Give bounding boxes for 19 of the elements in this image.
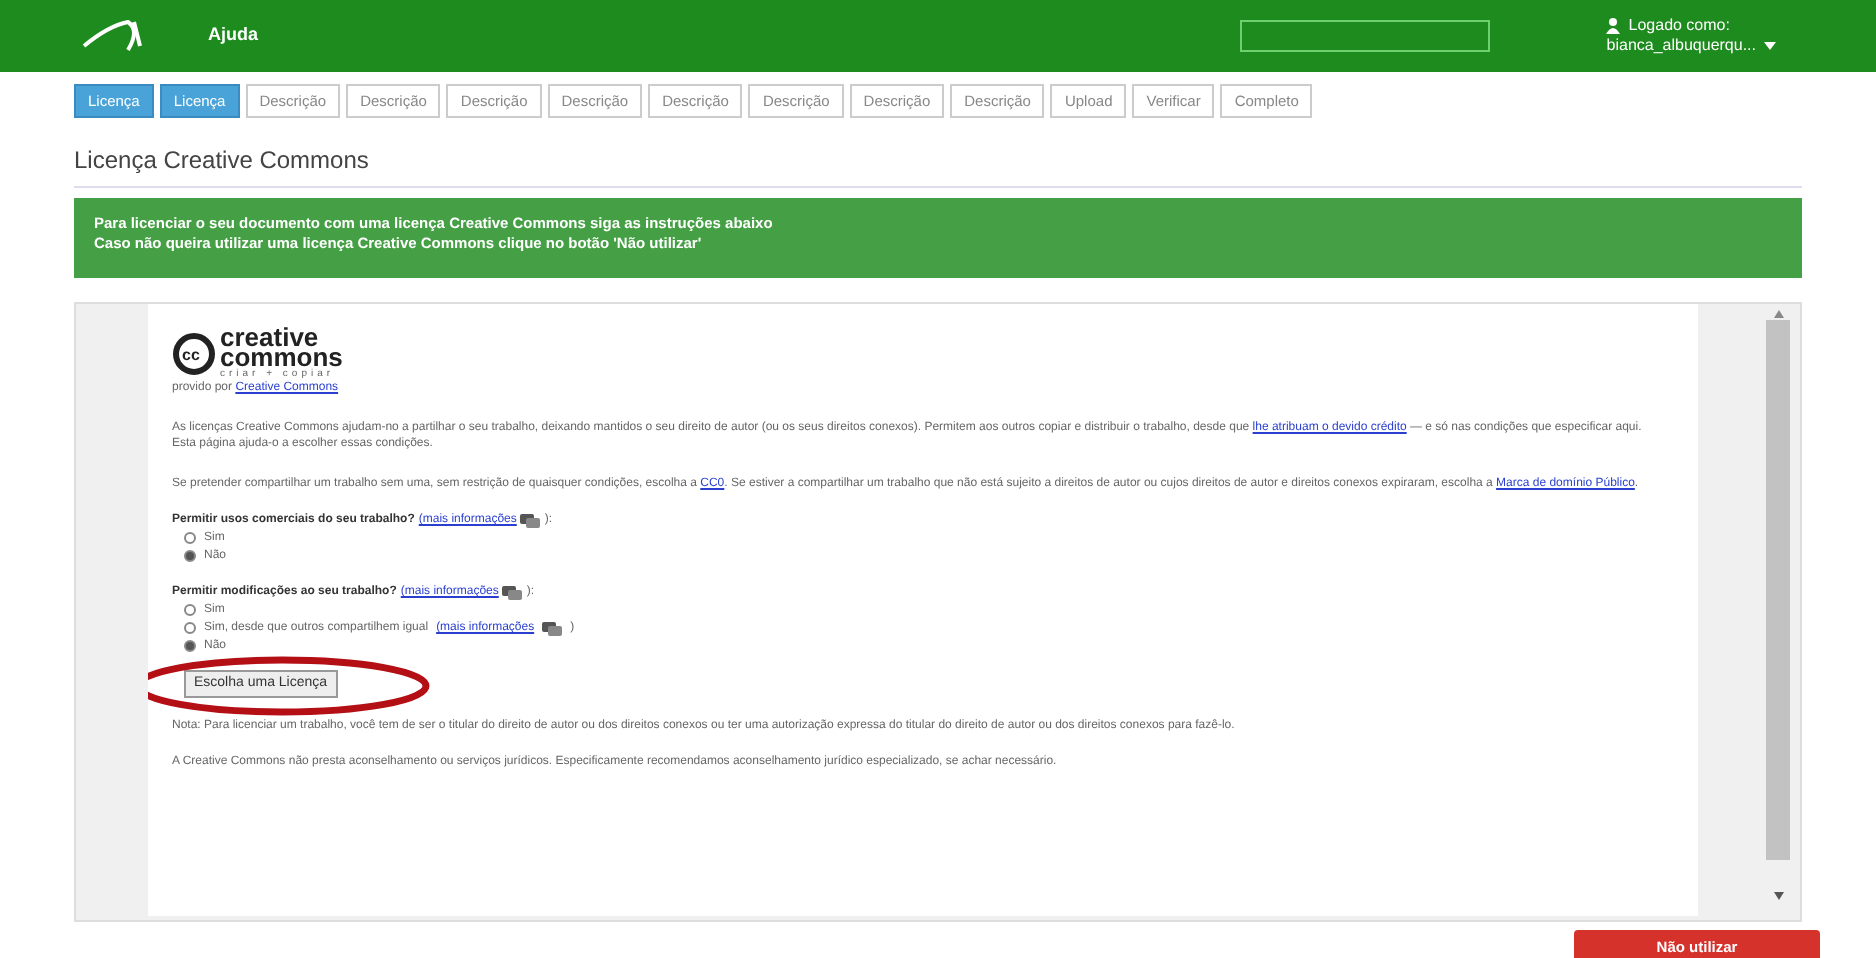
radio-button[interactable] <box>184 550 196 562</box>
info-icon[interactable] <box>520 512 541 528</box>
caret-icon[interactable] <box>1764 42 1776 50</box>
user-label: Logado como: <box>1628 16 1730 36</box>
help-link[interactable]: Ajuda <box>208 22 259 50</box>
page-title: Licença Creative Commons <box>74 144 371 178</box>
radio-button[interactable] <box>184 604 196 616</box>
logo-text: commons <box>220 348 343 368</box>
user-name[interactable]: bianca_albuquerqu... <box>1606 36 1756 56</box>
info-icon[interactable] <box>542 620 563 636</box>
radio-button[interactable] <box>184 622 196 634</box>
user-icon <box>1606 18 1621 34</box>
info-icon[interactable] <box>502 584 523 600</box>
radio-button[interactable] <box>184 532 196 544</box>
radio-button[interactable] <box>184 640 196 652</box>
scroll-down-icon[interactable] <box>1773 892 1783 900</box>
search-field[interactable] <box>1240 20 1491 52</box>
cc-logo-icon: cc <box>172 332 216 376</box>
logo-text: creative <box>220 328 321 348</box>
